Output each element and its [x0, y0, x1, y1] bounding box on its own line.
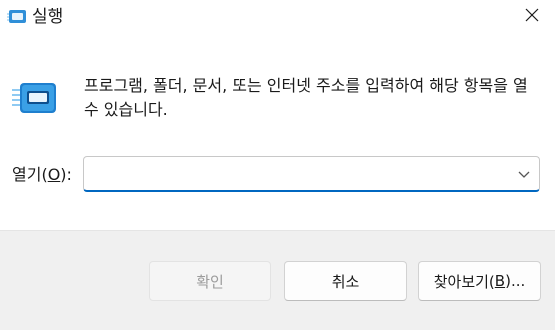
browse-label-prefix: 찾아보기( — [433, 272, 495, 291]
open-label: 열기(O): — [12, 164, 72, 186]
close-icon — [524, 7, 540, 27]
open-combobox[interactable] — [83, 156, 540, 192]
dialog-body: 프로그램, 폴더, 문서, 또는 인터넷 주소를 입력하여 해당 항목을 열 수… — [0, 36, 555, 230]
close-button[interactable] — [509, 0, 555, 34]
run-app-icon — [12, 80, 58, 116]
open-label-prefix: 열기( — [12, 165, 48, 184]
window-title: 실행 — [32, 7, 64, 27]
run-icon — [7, 8, 27, 26]
browse-label-suffix: )... — [505, 272, 526, 290]
browse-label-mnemonic: B — [494, 272, 506, 290]
dialog-description: 프로그램, 폴더, 문서, 또는 인터넷 주소를 입력하여 해당 항목을 열 수… — [84, 76, 528, 119]
cancel-button[interactable]: 취소 — [284, 261, 407, 301]
title-bar[interactable]: 실행 — [0, 0, 555, 36]
run-dialog: 실행 프로그램, 폴더, 문서, 또는 인터넷 주소를 입력하여 해당 항목을 … — [0, 0, 555, 330]
open-input[interactable] — [92, 163, 512, 185]
open-label-mnemonic: O — [47, 165, 61, 184]
button-bar: 확인 취소 찾아보기(B)... — [0, 230, 555, 330]
ok-button[interactable]: 확인 — [149, 261, 271, 301]
open-label-suffix: ): — [60, 165, 72, 184]
browse-button[interactable]: 찾아보기(B)... — [418, 261, 541, 301]
chevron-down-icon[interactable] — [515, 165, 533, 183]
